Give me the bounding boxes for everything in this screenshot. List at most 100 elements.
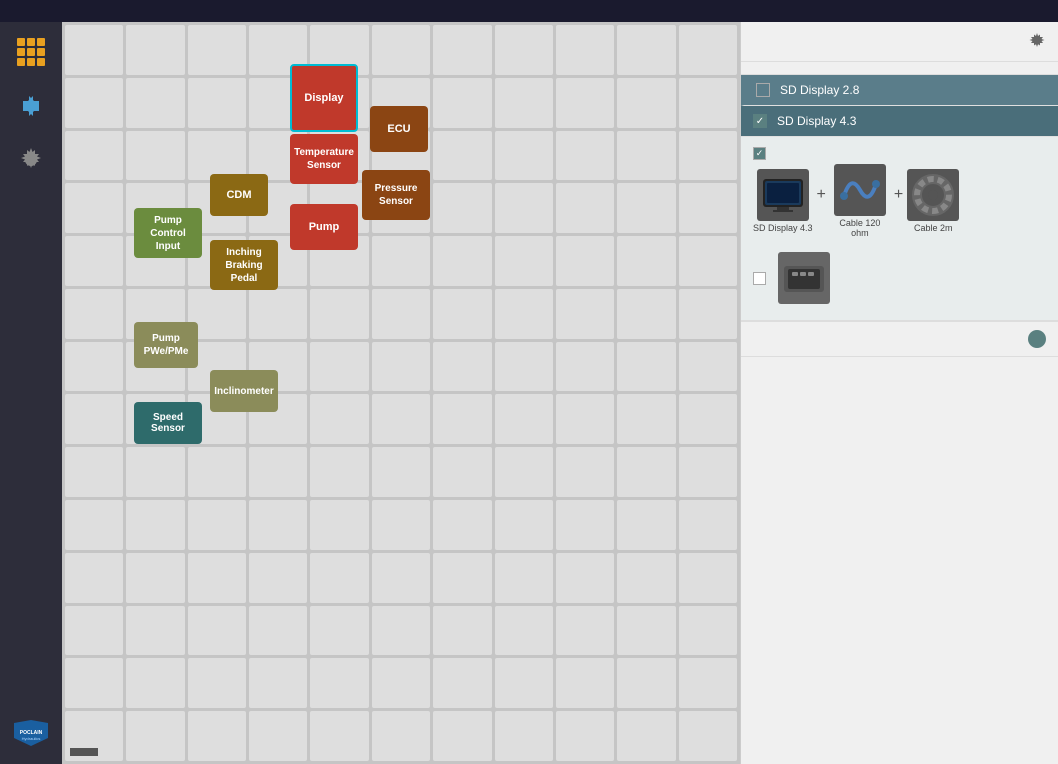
- grid-cell: [249, 606, 307, 656]
- grid-cell: [679, 342, 737, 392]
- product-label-cable2m: Cable 2m: [914, 223, 953, 233]
- grid-cell: [495, 289, 553, 339]
- grid-cell: [372, 342, 430, 392]
- grid-cell: [679, 394, 737, 444]
- grid-cell: [679, 553, 737, 603]
- accessory-checkbox[interactable]: [753, 272, 766, 285]
- grid-cell: [617, 131, 675, 181]
- node-pump-pwe[interactable]: PumpPWe/PMe: [134, 322, 198, 368]
- node-display[interactable]: Display: [290, 64, 358, 132]
- plus-separator-1: +: [817, 186, 826, 204]
- close-window-button[interactable]: [1034, 3, 1050, 19]
- node-pump[interactable]: Pump: [290, 204, 358, 250]
- node-ecu[interactable]: ECU: [370, 106, 428, 152]
- node-temperature-sensor[interactable]: TemperatureSensor: [290, 134, 358, 184]
- grid-cell: [65, 25, 123, 75]
- grid-cell: [495, 711, 553, 761]
- sidebar-section-f2: [9, 84, 53, 130]
- information-icon: [1028, 330, 1046, 348]
- product-cable-2m: Cable 2m: [907, 169, 959, 233]
- accessory-row: [753, 246, 1046, 310]
- grid-cell: [433, 25, 491, 75]
- option-sd-display-43[interactable]: ✓ SD Display 4.3: [741, 106, 1058, 137]
- node-cdm[interactable]: CDM: [210, 174, 268, 216]
- settings-header: [741, 22, 1058, 62]
- grid-cell: [495, 658, 553, 708]
- node-speed-sensor[interactable]: Speed Sensor: [134, 402, 202, 444]
- grid-cell: [556, 553, 614, 603]
- grid-cell: [188, 658, 246, 708]
- product-label-cable120: Cable 120 ohm: [830, 218, 890, 238]
- grid-cell: [188, 25, 246, 75]
- grid-cell: [126, 711, 184, 761]
- sidebar-icon-f2[interactable]: [9, 84, 53, 128]
- grid-cell: [126, 500, 184, 550]
- grid-cell: [65, 553, 123, 603]
- grid-cell: [556, 25, 614, 75]
- window-controls: [994, 3, 1050, 19]
- grid-cell: [679, 606, 737, 656]
- grid-cell: [249, 658, 307, 708]
- poclain-logo: POCLAIN Hydraulics: [9, 718, 53, 748]
- node-pump-control[interactable]: Pump ControlInput: [134, 208, 202, 258]
- grid-cell: [556, 447, 614, 497]
- grid-cell: [310, 711, 368, 761]
- grid-cell: [433, 236, 491, 286]
- node-inching-braking[interactable]: InchingBraking Pedal: [210, 240, 278, 290]
- minimize-button[interactable]: [994, 3, 1010, 19]
- grid-cell: [679, 236, 737, 286]
- grid-cell: [433, 606, 491, 656]
- grid-cell: [372, 25, 430, 75]
- grid-cell: [249, 500, 307, 550]
- grid-cell: [249, 711, 307, 761]
- sidebar-bottom: POCLAIN Hydraulics: [9, 710, 53, 756]
- node-pressure-sensor[interactable]: PressureSensor: [362, 170, 430, 220]
- grid-cell: [617, 447, 675, 497]
- settings-gear-icon[interactable]: [1028, 32, 1046, 53]
- grid-cell: [65, 236, 123, 286]
- grid-cell: [617, 25, 675, 75]
- grid-cell: [433, 342, 491, 392]
- grid-cell: [556, 289, 614, 339]
- bundle-checkbox[interactable]: ✓: [753, 147, 766, 160]
- grid-cell: [556, 236, 614, 286]
- checkbox-sd-display-43[interactable]: ✓: [753, 114, 767, 128]
- grid-cell: [556, 711, 614, 761]
- grid-cell: [310, 500, 368, 550]
- grid-cell: [433, 394, 491, 444]
- grid-cell: [372, 394, 430, 444]
- grid-cell: [433, 711, 491, 761]
- maximize-button[interactable]: [1014, 3, 1030, 19]
- grid-cell: [188, 500, 246, 550]
- grid-cell: [679, 131, 737, 181]
- grid-cell: [372, 606, 430, 656]
- grid-cell: [310, 658, 368, 708]
- grid-cell: [556, 78, 614, 128]
- grid-cell: [126, 553, 184, 603]
- grid-cell: [495, 183, 553, 233]
- grid-cell: [65, 131, 123, 181]
- checkbox-sd-display-28[interactable]: [756, 83, 770, 97]
- grid-cell: [433, 131, 491, 181]
- grid-cell: [556, 342, 614, 392]
- title-bar: [0, 0, 1058, 22]
- grid-cell: [617, 500, 675, 550]
- grid-cell: [617, 236, 675, 286]
- close-button[interactable]: [70, 748, 98, 756]
- grid-cell: [556, 131, 614, 181]
- svg-text:Hydraulics: Hydraulics: [22, 736, 41, 741]
- grid-cell: [188, 78, 246, 128]
- sd-display-43-expanded: ✓ SD Display 4.3 +: [741, 137, 1058, 321]
- option-sd-display-28[interactable]: SD Display 2.8: [741, 75, 1058, 106]
- sidebar-icon-f3[interactable]: [9, 138, 53, 182]
- sidebar-icon-f1[interactable]: [9, 30, 53, 74]
- grid-cell: [310, 447, 368, 497]
- grid-cell: [65, 394, 123, 444]
- grid-cell: [617, 658, 675, 708]
- grid-cell: [556, 500, 614, 550]
- grid-cell: [372, 289, 430, 339]
- grid-cell: [617, 606, 675, 656]
- node-inclinometer[interactable]: Inclinometer: [210, 370, 278, 412]
- grid-cell: [188, 447, 246, 497]
- app-body: POCLAIN Hydraulics // Generate grid cell…: [0, 22, 1058, 764]
